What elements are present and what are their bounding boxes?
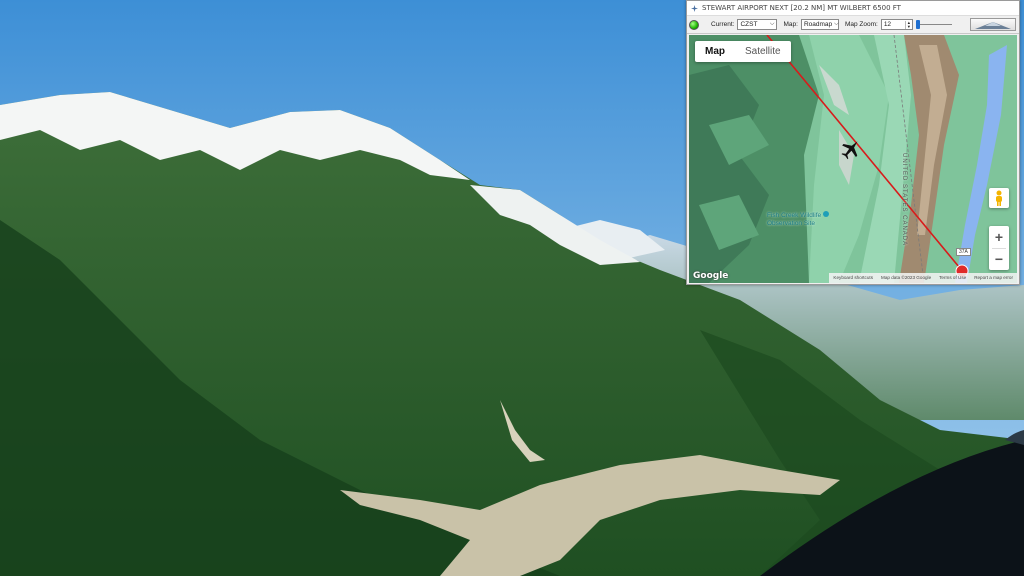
current-airport-select[interactable]: CZST ⌵ [737,19,778,30]
terrain-view-button[interactable] [970,18,1016,31]
map-attribution: Keyboard shortcuts Map data ©2023 Google… [689,273,1017,283]
map-zoom-spinner[interactable]: 12 ▲ ▼ [880,19,913,30]
chevron-down-icon: ⌵ [834,21,839,27]
current-airport-value: CZST [740,21,758,28]
zoom-out-button[interactable]: − [989,249,1009,271]
poi-label[interactable]: Fish Creek Wildlife Observation Site [767,211,830,228]
report-error-link[interactable]: Report a map error [970,273,1017,283]
map-window[interactable]: STEWART AIRPORT NEXT [20.2 NM] MT WILBER… [686,0,1020,285]
tab-map[interactable]: Map [695,41,735,62]
map-type-label: Map: [783,21,798,28]
terrain-map [689,35,1017,283]
map-type-value: Roadmap [803,21,833,28]
app-icon [691,4,698,12]
slider-thumb[interactable] [915,20,920,29]
terms-link[interactable]: Terms of Use [935,273,971,283]
camera-pin-icon [823,211,830,217]
poi-label-line2: Observation Site [767,220,816,227]
slider-track [915,24,952,25]
keyboard-shortcuts-link[interactable]: Keyboard shortcuts [829,273,877,283]
spin-down-icon[interactable]: ▼ [906,24,912,29]
map-type-select[interactable]: Roadmap ⌵ [800,19,839,30]
map-data-text: Map data ©2023 Google [877,273,936,283]
current-label: Current: [711,21,735,28]
tab-satellite[interactable]: Satellite [735,41,791,62]
pegman-icon[interactable] [989,188,1009,208]
mountain-icon [975,21,1011,29]
window-toolbar: Current: CZST ⌵ Map: Roadmap ⌵ Map Zoom:… [687,16,1019,34]
map-type-tabs: Map Satellite [695,41,791,62]
window-titlebar[interactable]: STEWART AIRPORT NEXT [20.2 NM] MT WILBER… [687,1,1019,16]
map-zoom-label: Map Zoom: [844,21,878,28]
zoom-controls: + − [989,226,1009,270]
zoom-in-button[interactable]: + [989,226,1009,248]
map-zoom-value: 12 [883,21,892,28]
status-indicator-icon [689,19,699,30]
poi-label-line1: Fish Creek Wildlife [767,212,822,219]
border-label: UNITED STATES CANADA [901,153,907,247]
map-view[interactable]: Map Satellite Fish Creek Wildlife Observ… [689,35,1017,283]
map-zoom-slider[interactable] [915,19,952,30]
chevron-down-icon: ⌵ [769,21,775,27]
road-shield: 37A [956,248,971,256]
window-title: STEWART AIRPORT NEXT [20.2 NM] MT WILBER… [702,4,901,12]
